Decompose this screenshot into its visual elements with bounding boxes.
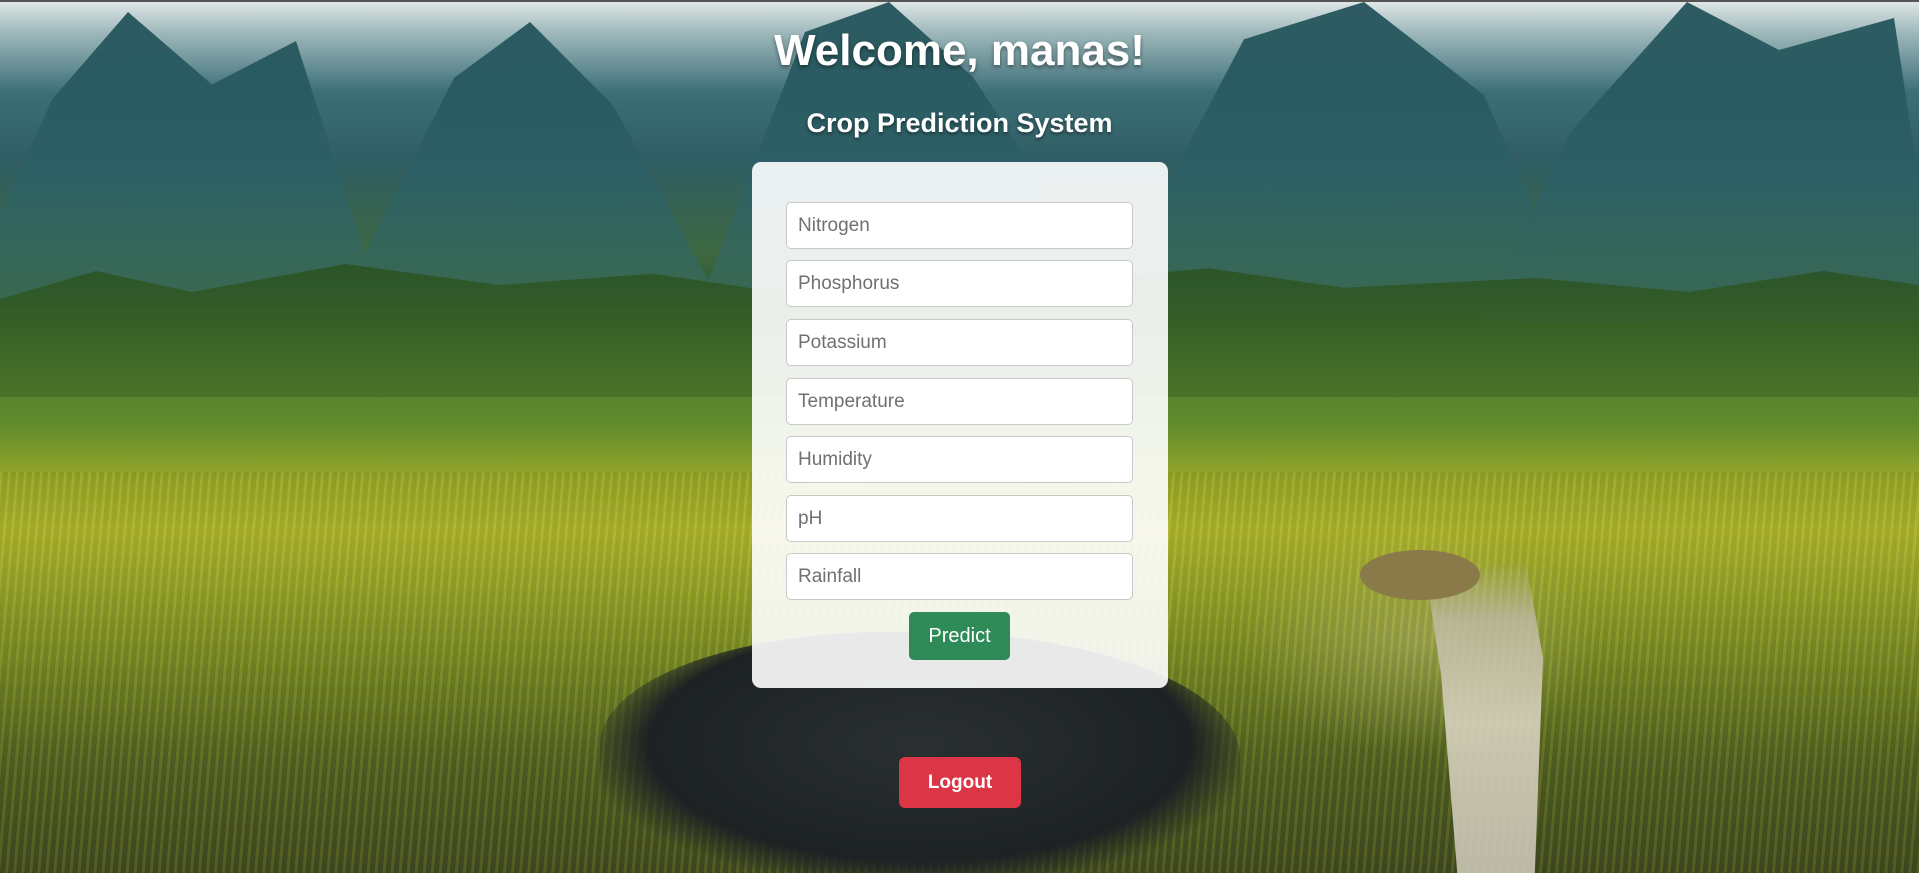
logout-button[interactable]: Logout xyxy=(899,757,1021,808)
page: Welcome, manas! Crop Prediction System P… xyxy=(0,0,1919,873)
main-content: Welcome, manas! Crop Prediction System P… xyxy=(0,2,1919,873)
welcome-heading: Welcome, manas! xyxy=(774,26,1145,75)
page-subtitle: Crop Prediction System xyxy=(806,108,1113,138)
prediction-form: Predict xyxy=(752,162,1168,688)
rainfall-input[interactable] xyxy=(786,553,1133,600)
temperature-input[interactable] xyxy=(786,378,1133,425)
humidity-input[interactable] xyxy=(786,436,1133,483)
phosphorus-input[interactable] xyxy=(786,260,1133,307)
ph-input[interactable] xyxy=(786,495,1133,542)
potassium-input[interactable] xyxy=(786,319,1133,366)
nitrogen-input[interactable] xyxy=(786,202,1133,249)
predict-button[interactable]: Predict xyxy=(909,612,1010,660)
